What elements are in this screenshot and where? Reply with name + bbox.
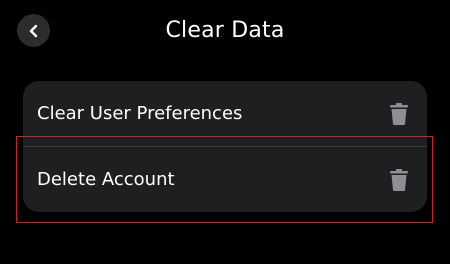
options-card: Clear User Preferences Delete Account: [23, 81, 427, 212]
clear-data-screen: Clear Data Clear User Preferences Delete…: [0, 0, 450, 264]
page-title: Clear Data: [165, 18, 285, 43]
option-label: Delete Account: [37, 169, 175, 190]
clear-user-preferences-row[interactable]: Clear User Preferences: [23, 81, 427, 146]
option-label: Clear User Preferences: [37, 103, 243, 124]
trash-icon[interactable]: [390, 168, 408, 191]
delete-account-row[interactable]: Delete Account: [23, 147, 427, 212]
trash-icon[interactable]: [390, 102, 408, 125]
